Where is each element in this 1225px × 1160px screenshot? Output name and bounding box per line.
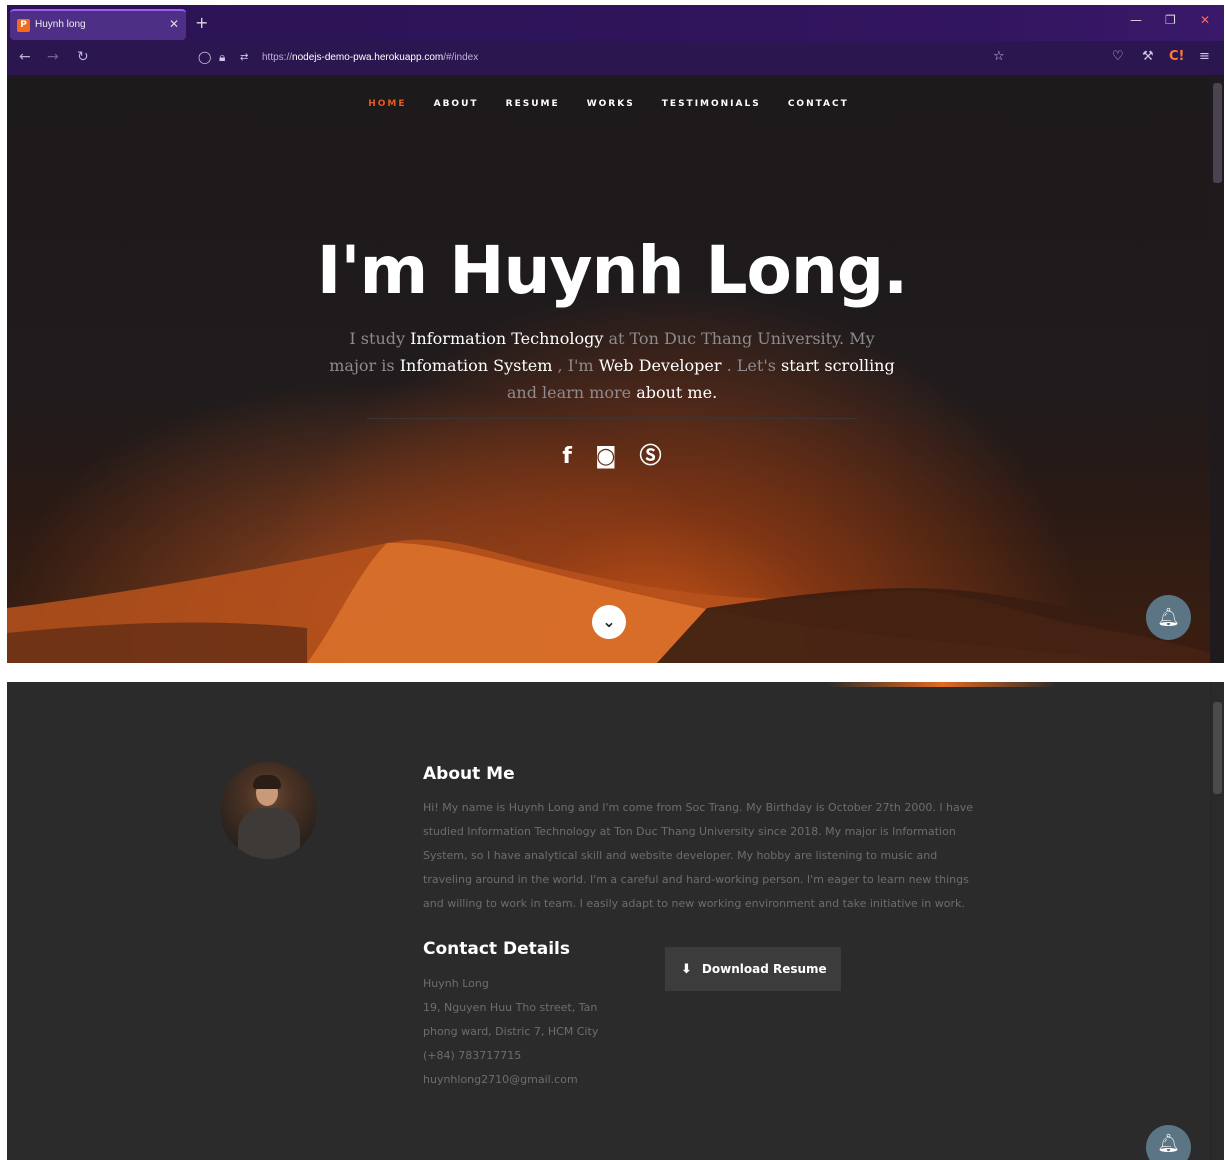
- contact-name: Huynh Long: [423, 977, 489, 990]
- nav-contact[interactable]: CONTACT: [788, 99, 849, 109]
- social-links: f ◙ Ⓢ: [7, 438, 1217, 470]
- nav-home[interactable]: HOME: [368, 99, 406, 109]
- notification-bell-icon[interactable]: 🔔︎: [1146, 1125, 1191, 1160]
- nav-about[interactable]: ABOUT: [434, 99, 479, 109]
- shield-icon[interactable]: ◯: [198, 50, 211, 64]
- browser-window: P Huynh long ✕ + — ❐ ✕ ← → ↻ ◯ 🔒︎ ⇄ http…: [7, 5, 1224, 663]
- reload-icon[interactable]: ↻: [77, 49, 89, 65]
- restore-icon[interactable]: ❐: [1165, 13, 1176, 27]
- url-bar[interactable]: ◯ 🔒︎ ⇄ https://nodejs-demo-pwa.herokuapp…: [192, 46, 1024, 70]
- divider: [367, 418, 857, 419]
- skype-icon[interactable]: Ⓢ: [640, 438, 662, 470]
- tab-favicon-icon: P: [17, 19, 30, 32]
- download-icon: ⬇: [681, 962, 692, 977]
- back-icon[interactable]: ←: [19, 49, 31, 65]
- notification-bell-icon[interactable]: 🔔︎: [1146, 595, 1191, 640]
- hero-section: HOME ABOUT RESUME WORKS TESTIMONIALS CON…: [7, 75, 1210, 663]
- hero-headline: I'm Huynh Long.: [316, 232, 908, 309]
- nav-resume[interactable]: RESUME: [506, 99, 560, 109]
- minimize-icon[interactable]: —: [1130, 13, 1142, 27]
- nav-works[interactable]: WORKS: [587, 99, 635, 109]
- main-nav: HOME ABOUT RESUME WORKS TESTIMONIALS CON…: [7, 91, 1210, 110]
- extension-icon[interactable]: C!: [1169, 49, 1184, 64]
- facebook-icon[interactable]: f: [562, 444, 572, 469]
- download-resume-button[interactable]: ⬇ Download Resume: [665, 947, 841, 991]
- about-page-section: About Me Hi! My name is Huynh Long and I…: [7, 682, 1224, 1160]
- hero-intro: I study Information Technology at Ton Du…: [329, 329, 895, 402]
- bookmark-star-icon[interactable]: ☆: [993, 49, 1005, 64]
- contact-email[interactable]: huynhlong2710@gmail.com: [423, 1068, 613, 1092]
- contact-title: Contact Details: [423, 939, 570, 959]
- browser-toolbar: ← → ↻ ◯ 🔒︎ ⇄ https://nodejs-demo-pwa.her…: [7, 41, 1224, 75]
- scrollbar-thumb[interactable]: [1213, 83, 1222, 183]
- desert-dune-image: [7, 539, 1210, 663]
- permissions-icon[interactable]: ⇄: [240, 52, 248, 63]
- contact-phone: (+84) 783717715: [423, 1049, 522, 1062]
- scroll-down-button[interactable]: ⌄: [592, 605, 626, 639]
- nav-testimonials[interactable]: TESTIMONIALS: [662, 99, 761, 109]
- pocket-icon[interactable]: ♡: [1112, 49, 1124, 64]
- avatar: [220, 762, 317, 859]
- instagram-icon[interactable]: ◙: [595, 444, 616, 469]
- forward-icon[interactable]: →: [47, 49, 59, 65]
- dune-strip: [827, 682, 1057, 687]
- scrollbar-thumb[interactable]: [1213, 702, 1222, 794]
- lock-icon[interactable]: 🔒︎: [219, 50, 225, 65]
- window-close-icon[interactable]: ✕: [1200, 13, 1210, 27]
- tab-bar: P Huynh long ✕ + — ❐ ✕: [7, 5, 1224, 41]
- tab-close-icon[interactable]: ✕: [169, 17, 179, 31]
- new-tab-button[interactable]: +: [195, 13, 208, 32]
- url-text[interactable]: https://nodejs-demo-pwa.herokuapp.com/#/…: [262, 52, 478, 63]
- browser-tab[interactable]: P Huynh long ✕: [10, 9, 186, 40]
- tab-title: Huynh long: [35, 19, 86, 30]
- about-title: About Me: [423, 764, 515, 784]
- wrench-icon[interactable]: ⚒: [1142, 49, 1154, 64]
- about-text: Hi! My name is Huynh Long and I'm come f…: [423, 801, 974, 910]
- contact-address: 19, Nguyen Huu Tho street, Tan phong war…: [423, 1001, 599, 1038]
- menu-icon[interactable]: ≡: [1199, 49, 1210, 64]
- contact-details: Huynh Long 19, Nguyen Huu Tho street, Ta…: [423, 972, 613, 1092]
